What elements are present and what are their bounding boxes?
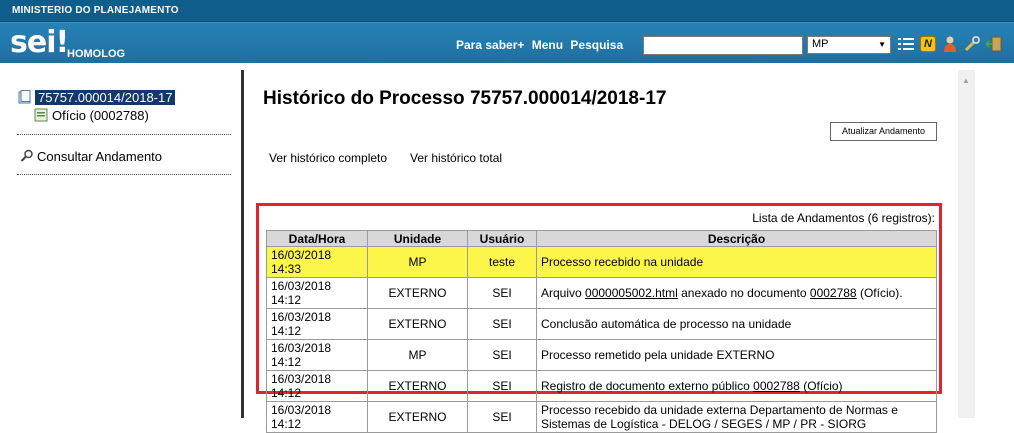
tools-icon[interactable] (963, 35, 981, 53)
cell-datetime: 16/03/2018 14:12 (266, 308, 368, 340)
magnifier-icon (20, 149, 33, 162)
col-header-usuario: Usuário (467, 230, 537, 247)
cell-user: SEI (467, 370, 537, 402)
description-text: Registro de documento externo público (541, 379, 754, 393)
cell-description: Registro de documento externo público 00… (536, 370, 937, 402)
n-badge-label: N (920, 36, 936, 52)
header: sei! HOMOLOG Para saber+ Menu Pesquisa M… (0, 22, 1014, 63)
main-content: Histórico do Processo 75757.000014/2018-… (244, 70, 958, 433)
table-row: 16/03/2018 14:12 EXTERNO SEI Arquivo 000000… (266, 277, 937, 309)
tree-process-node[interactable]: 75757.000014/2018-17 (18, 90, 176, 105)
top-nav: Para saber+ Menu Pesquisa (456, 38, 627, 52)
description-file-link[interactable]: 0000005002.html (585, 286, 678, 300)
link-historico-completo[interactable]: Ver histórico completo (269, 151, 387, 165)
search-input[interactable] (643, 36, 803, 55)
col-header-descricao: Descrição (536, 230, 937, 247)
description-text: Processo recebido da unidade externa Dep… (541, 403, 898, 431)
link-historico-total[interactable]: Ver histórico total (410, 151, 502, 165)
tree-document-label[interactable]: Ofício (0002788) (52, 108, 149, 123)
nav-pesquisa[interactable]: Pesquisa (570, 38, 623, 52)
cell-datetime: 16/03/2018 14:33 (266, 246, 368, 278)
tree-process-label[interactable]: 75757.000014/2018-17 (35, 90, 176, 105)
tree-document-node[interactable]: Ofício (0002788) (34, 108, 149, 123)
description-text: Processo remetido pela unidade EXTERNO (541, 348, 775, 362)
andamentos-table: Data/Hora Unidade Usuário Descrição 16/0… (266, 230, 937, 433)
table-row: 16/03/2018 14:12 EXTERNO SEI Processo receb… (266, 401, 937, 433)
document-icon (34, 108, 48, 122)
description-doc-link[interactable]: 0002788 (753, 379, 800, 393)
cell-unit: EXTERNO (367, 401, 468, 433)
cell-user: SEI (467, 339, 537, 371)
cell-user: teste (467, 246, 537, 278)
right-margin (975, 70, 1014, 418)
chevron-down-icon: ▼ (878, 40, 886, 49)
cell-unit: MP (367, 339, 468, 371)
consult-andamento-label[interactable]: Consultar Andamento (37, 149, 162, 164)
atualizar-andamento-button[interactable]: Atualizar Andamento (830, 122, 937, 141)
cell-description: Processo remetido pela unidade EXTERNO (536, 339, 937, 371)
unit-select[interactable]: MP ▼ (807, 36, 891, 54)
cell-user: SEI (467, 401, 537, 433)
description-text: (Ofício). (856, 286, 903, 300)
gov-bar: MINISTERIO DO PLANEJAMENTO (0, 0, 1014, 22)
cell-datetime: 16/03/2018 14:12 (266, 339, 368, 371)
andamentos-frame: Lista de Andamentos (6 registros): Data/… (256, 203, 942, 433)
process-folder-icon (18, 90, 31, 104)
description-doc-link[interactable]: 0002788 (810, 286, 857, 300)
cell-description: Arquivo 0000005002.html anexado no docum… (536, 277, 937, 309)
vertical-scrollbar[interactable]: ▲ (958, 70, 975, 418)
environment-label: HOMOLOG (67, 48, 126, 60)
cell-unit: EXTERNO (367, 370, 468, 402)
sei-logo[interactable]: sei! (10, 25, 69, 60)
consult-andamento-link[interactable]: Consultar Andamento (20, 149, 162, 164)
description-text: anexado no documento (677, 286, 810, 300)
cell-description: Processo recebido da unidade externa Dep… (536, 401, 937, 433)
table-row: 16/03/2018 14:12 EXTERNO SEI Conclusão auto… (266, 308, 937, 340)
cell-datetime: 16/03/2018 14:12 (266, 370, 368, 402)
description-text: (Ofício) (799, 379, 843, 393)
process-tree-pane: 75757.000014/2018-17 Ofício (0002788) Co… (0, 70, 241, 418)
cell-description: Conclusão automática de processo na unid… (536, 308, 937, 340)
description-text: Arquivo (541, 286, 586, 300)
table-row: 16/03/2018 14:33 MP teste Processo recebido… (266, 246, 937, 278)
tree-separator (17, 174, 231, 175)
page-title: Histórico do Processo 75757.000014/2018-… (263, 88, 667, 109)
cell-datetime: 16/03/2018 14:12 (266, 401, 368, 433)
tree-separator (17, 134, 231, 135)
list-icon[interactable] (897, 35, 915, 53)
exit-icon[interactable] (985, 35, 1003, 53)
unit-select-value: MP (812, 38, 829, 50)
cell-description: Processo recebido na unidade (536, 246, 937, 278)
atualizar-andamento-label: Atualizar Andamento (841, 126, 926, 136)
table-row: 16/03/2018 14:12 MP SEI Processo remetido p… (266, 339, 937, 371)
cell-datetime: 16/03/2018 14:12 (266, 277, 368, 309)
col-header-unidade: Unidade (367, 230, 468, 247)
cell-unit: EXTERNO (367, 277, 468, 309)
table-header-row: Data/Hora Unidade Usuário Descrição (266, 230, 937, 247)
description-text: Processo recebido na unidade (541, 255, 704, 269)
scroll-up-icon[interactable]: ▲ (962, 76, 970, 85)
nav-para-saber[interactable]: Para saber+ (456, 38, 524, 52)
cell-user: SEI (467, 277, 537, 309)
cell-user: SEI (467, 308, 537, 340)
n-badge-icon[interactable]: N (919, 35, 937, 53)
description-text: Conclusão automática de processo na unid… (541, 317, 792, 331)
cell-unit: MP (367, 246, 468, 278)
col-header-datahora: Data/Hora (266, 230, 368, 247)
user-icon[interactable] (941, 35, 959, 53)
gov-bar-label: MINISTERIO DO PLANEJAMENTO (12, 5, 179, 16)
cell-unit: EXTERNO (367, 308, 468, 340)
table-row: 16/03/2018 14:12 EXTERNO SEI Registro de do… (266, 370, 937, 402)
table-caption: Lista de Andamentos (6 registros): (752, 211, 935, 225)
nav-menu[interactable]: Menu (532, 38, 563, 52)
